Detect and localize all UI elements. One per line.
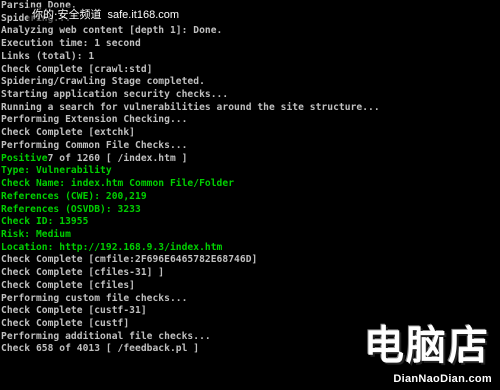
terminal-line: Check Complete [cfiles] bbox=[1, 279, 135, 291]
terminal-line: Performing Extension Checking... bbox=[1, 114, 188, 126]
terminal-output: Parsing Done.Spidering...Analyzing web c… bbox=[1, 0, 380, 356]
terminal-line: Check Complete [cmfile:2F696E6465782E687… bbox=[1, 254, 258, 266]
terminal-line: Location: http://192.168.9.3/index.htm bbox=[1, 241, 223, 253]
terminal-line: Check Complete [extchk] bbox=[1, 127, 135, 139]
terminal-line: Check Complete [custf-31] bbox=[1, 305, 147, 317]
terminal-line: Check Complete [custf] bbox=[1, 317, 130, 329]
watermark-label: 你的·安全频道 bbox=[32, 8, 102, 21]
terminal-line: Check ID: 13955 bbox=[1, 216, 89, 228]
watermark-banner: 你的·安全频道 safe.it168.com bbox=[28, 7, 184, 23]
terminal-line: References (CWE): 200,219 bbox=[1, 190, 147, 202]
terminal-line: Check Complete [cfiles-31] ] bbox=[1, 267, 165, 279]
terminal-line: Analyzing web content [depth 1]: Done. bbox=[1, 25, 223, 37]
watermark-url: safe.it168.com bbox=[107, 9, 180, 21]
terminal-line: Execution time: 1 second bbox=[1, 38, 141, 50]
terminal-line: Links (total): 1 bbox=[1, 50, 95, 62]
terminal-line: Check 658 of 4013 [ /feedback.pl ] bbox=[1, 343, 200, 355]
terminal-line: Performing custom file checks... bbox=[1, 292, 188, 304]
terminal-line-segment: 7 of 1260 [ /index.htm ] bbox=[47, 152, 188, 164]
terminal-line: Positive7 of 1260 [ /index.htm ] bbox=[1, 153, 380, 166]
terminal-line: References (OSVDB): 3233 bbox=[1, 203, 141, 215]
terminal-line: Type: Vulnerability bbox=[1, 165, 112, 177]
watermark-logo: 电脑店 DianNaoDian.com bbox=[346, 324, 496, 386]
watermark-logo-title: 电脑店 bbox=[364, 323, 490, 369]
terminal-line-segment: Positive bbox=[1, 152, 48, 164]
terminal-line: Check Complete [crawl:std] bbox=[1, 63, 153, 75]
watermark-logo-domain: DianNaoDian.com bbox=[393, 373, 492, 385]
terminal-line: Risk: Medium bbox=[1, 228, 71, 240]
terminal-line: Spidering/Crawling Stage completed. bbox=[1, 76, 205, 88]
terminal-line: Running a search for vulnerabilities aro… bbox=[1, 101, 380, 113]
terminal-line: Performing additional file checks... bbox=[1, 330, 211, 342]
terminal-line: Performing Common File Checks... bbox=[1, 139, 188, 151]
terminal-line: Starting application security checks... bbox=[1, 89, 229, 101]
terminal-line: Check Name: index.htm Common File/Folder bbox=[1, 178, 235, 190]
